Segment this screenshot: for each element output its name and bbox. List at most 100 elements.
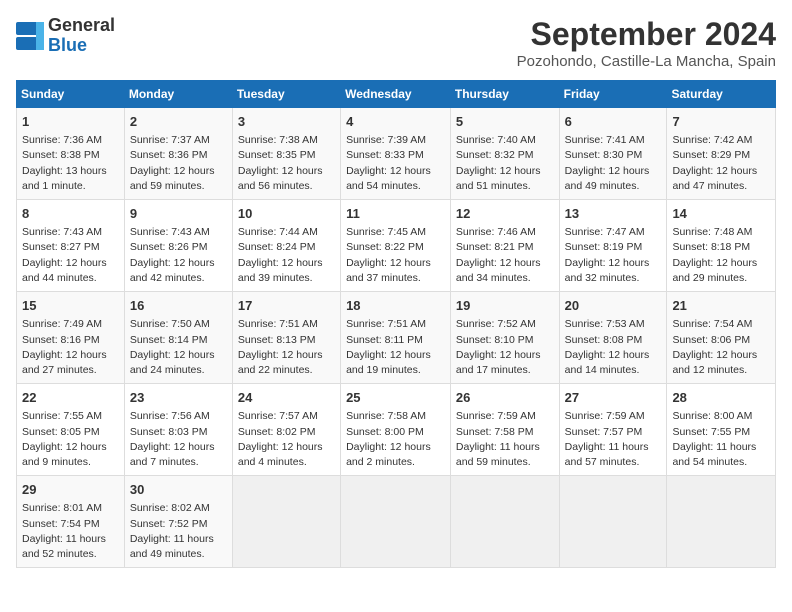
day-info: Sunrise: 7:37 AM Sunset: 8:36 PM Dayligh…: [130, 133, 227, 194]
day-info: Sunrise: 7:54 AM Sunset: 8:06 PM Dayligh…: [672, 317, 770, 378]
calendar-cell: 3 Sunrise: 7:38 AM Sunset: 8:35 PM Daylig…: [232, 108, 340, 200]
page-header: General Blue September 2024 Pozohondo, C…: [16, 16, 776, 70]
day-info: Sunrise: 7:39 AM Sunset: 8:33 PM Dayligh…: [346, 133, 445, 194]
day-number: 20: [565, 297, 662, 315]
day-info: Sunrise: 7:58 AM Sunset: 8:00 PM Dayligh…: [346, 409, 445, 470]
calendar-cell: 26 Sunrise: 7:59 AM Sunset: 7:58 PM Dayli…: [450, 384, 559, 476]
day-info: Sunrise: 7:44 AM Sunset: 8:24 PM Dayligh…: [238, 225, 335, 286]
day-info: Sunrise: 7:42 AM Sunset: 8:29 PM Dayligh…: [672, 133, 770, 194]
calendar-cell: [450, 476, 559, 568]
day-info: Sunrise: 7:51 AM Sunset: 8:11 PM Dayligh…: [346, 317, 445, 378]
calendar-cell: 16 Sunrise: 7:50 AM Sunset: 8:14 PM Dayli…: [124, 292, 232, 384]
day-number: 29: [22, 481, 119, 499]
day-number: 10: [238, 205, 335, 223]
dow-header-saturday: Saturday: [667, 81, 776, 108]
day-number: 1: [22, 113, 119, 131]
day-number: 3: [238, 113, 335, 131]
day-number: 11: [346, 205, 445, 223]
calendar-cell: 7 Sunrise: 7:42 AM Sunset: 8:29 PM Daylig…: [667, 108, 776, 200]
location: Pozohondo, Castille-La Mancha, Spain: [517, 53, 776, 70]
calendar-cell: 15 Sunrise: 7:49 AM Sunset: 8:16 PM Dayli…: [17, 292, 125, 384]
day-number: 15: [22, 297, 119, 315]
day-info: Sunrise: 8:02 AM Sunset: 7:52 PM Dayligh…: [130, 501, 227, 562]
calendar: SundayMondayTuesdayWednesdayThursdayFrid…: [16, 80, 776, 568]
dow-header-wednesday: Wednesday: [341, 81, 451, 108]
calendar-cell: 22 Sunrise: 7:55 AM Sunset: 8:05 PM Dayli…: [17, 384, 125, 476]
day-info: Sunrise: 7:41 AM Sunset: 8:30 PM Dayligh…: [565, 133, 662, 194]
day-info: Sunrise: 7:36 AM Sunset: 8:38 PM Dayligh…: [22, 133, 119, 194]
dow-header-sunday: Sunday: [17, 81, 125, 108]
calendar-cell: 5Sunrise: 7:40 AM Sunset: 8:32 PM Daylig…: [450, 108, 559, 200]
day-number: 12: [456, 205, 554, 223]
day-info: Sunrise: 7:45 AM Sunset: 8:22 PM Dayligh…: [346, 225, 445, 286]
day-info: Sunrise: 7:55 AM Sunset: 8:05 PM Dayligh…: [22, 409, 119, 470]
calendar-cell: 9 Sunrise: 7:43 AM Sunset: 8:26 PM Daylig…: [124, 200, 232, 292]
day-info: Sunrise: 7:38 AM Sunset: 8:35 PM Dayligh…: [238, 133, 335, 194]
day-number: 18: [346, 297, 445, 315]
calendar-cell: 17 Sunrise: 7:51 AM Sunset: 8:13 PM Dayli…: [232, 292, 340, 384]
day-number: 16: [130, 297, 227, 315]
logo-text: General Blue: [48, 16, 115, 56]
logo: General Blue: [16, 16, 115, 56]
day-number: 23: [130, 389, 227, 407]
calendar-cell: 12 Sunrise: 7:46 AM Sunset: 8:21 PM Dayli…: [450, 200, 559, 292]
day-info: Sunrise: 7:49 AM Sunset: 8:16 PM Dayligh…: [22, 317, 119, 378]
calendar-cell: 25 Sunrise: 7:58 AM Sunset: 8:00 PM Dayli…: [341, 384, 451, 476]
calendar-cell: 21 Sunrise: 7:54 AM Sunset: 8:06 PM Dayli…: [667, 292, 776, 384]
day-number: 7: [672, 113, 770, 131]
day-info: Sunrise: 8:01 AM Sunset: 7:54 PM Dayligh…: [22, 501, 119, 562]
calendar-cell: [341, 476, 451, 568]
day-info: Sunrise: 7:48 AM Sunset: 8:18 PM Dayligh…: [672, 225, 770, 286]
calendar-cell: [667, 476, 776, 568]
day-number: 13: [565, 205, 662, 223]
day-number: 8: [22, 205, 119, 223]
calendar-cell: 11 Sunrise: 7:45 AM Sunset: 8:22 PM Dayli…: [341, 200, 451, 292]
day-number: 25: [346, 389, 445, 407]
calendar-cell: 2 Sunrise: 7:37 AM Sunset: 8:36 PM Daylig…: [124, 108, 232, 200]
day-info: Sunrise: 7:56 AM Sunset: 8:03 PM Dayligh…: [130, 409, 227, 470]
calendar-cell: 4 Sunrise: 7:39 AM Sunset: 8:33 PM Daylig…: [341, 108, 451, 200]
day-number: 2: [130, 113, 227, 131]
calendar-cell: 8 Sunrise: 7:43 AM Sunset: 8:27 PM Daylig…: [17, 200, 125, 292]
day-info: Sunrise: 7:59 AM Sunset: 7:58 PM Dayligh…: [456, 409, 554, 470]
day-number: 17: [238, 297, 335, 315]
day-number: 24: [238, 389, 335, 407]
day-number: 22: [22, 389, 119, 407]
calendar-cell: 1 Sunrise: 7:36 AM Sunset: 8:38 PM Daylig…: [17, 108, 125, 200]
calendar-cell: 27Sunrise: 7:59 AM Sunset: 7:57 PM Dayli…: [559, 384, 667, 476]
day-number: 19: [456, 297, 554, 315]
calendar-cell: 13 Sunrise: 7:47 AM Sunset: 8:19 PM Dayli…: [559, 200, 667, 292]
day-info: Sunrise: 7:40 AM Sunset: 8:32 PM Dayligh…: [456, 133, 554, 194]
dow-header-thursday: Thursday: [450, 81, 559, 108]
month-title: September 2024: [517, 16, 776, 53]
day-number: 21: [672, 297, 770, 315]
calendar-cell: 19 Sunrise: 7:52 AM Sunset: 8:10 PM Dayli…: [450, 292, 559, 384]
day-info: Sunrise: 7:59 AM Sunset: 7:57 PM Dayligh…: [565, 409, 662, 470]
day-info: Sunrise: 8:00 AM Sunset: 7:55 PM Dayligh…: [672, 409, 770, 470]
dow-header-tuesday: Tuesday: [232, 81, 340, 108]
day-info: Sunrise: 7:47 AM Sunset: 8:19 PM Dayligh…: [565, 225, 662, 286]
dow-header-friday: Friday: [559, 81, 667, 108]
calendar-cell: 20Sunrise: 7:53 AM Sunset: 8:08 PM Dayli…: [559, 292, 667, 384]
day-number: 9: [130, 205, 227, 223]
dow-header-monday: Monday: [124, 81, 232, 108]
day-info: Sunrise: 7:43 AM Sunset: 8:26 PM Dayligh…: [130, 225, 227, 286]
day-number: 26: [456, 389, 554, 407]
calendar-cell: 6 Sunrise: 7:41 AM Sunset: 8:30 PM Daylig…: [559, 108, 667, 200]
day-number: 4: [346, 113, 445, 131]
calendar-cell: [559, 476, 667, 568]
day-number: 30: [130, 481, 227, 499]
day-info: Sunrise: 7:50 AM Sunset: 8:14 PM Dayligh…: [130, 317, 227, 378]
calendar-cell: 28Sunrise: 8:00 AM Sunset: 7:55 PM Dayli…: [667, 384, 776, 476]
day-info: Sunrise: 7:52 AM Sunset: 8:10 PM Dayligh…: [456, 317, 554, 378]
day-info: Sunrise: 7:51 AM Sunset: 8:13 PM Dayligh…: [238, 317, 335, 378]
day-info: Sunrise: 7:43 AM Sunset: 8:27 PM Dayligh…: [22, 225, 119, 286]
day-number: 6: [565, 113, 662, 131]
calendar-cell: 30 Sunrise: 8:02 AM Sunset: 7:52 PM Dayli…: [124, 476, 232, 568]
title-block: September 2024 Pozohondo, Castille-La Ma…: [517, 16, 776, 70]
day-info: Sunrise: 7:46 AM Sunset: 8:21 PM Dayligh…: [456, 225, 554, 286]
calendar-cell: 10 Sunrise: 7:44 AM Sunset: 8:24 PM Dayli…: [232, 200, 340, 292]
calendar-cell: 14Sunrise: 7:48 AM Sunset: 8:18 PM Dayli…: [667, 200, 776, 292]
calendar-cell: 23 Sunrise: 7:56 AM Sunset: 8:03 PM Dayli…: [124, 384, 232, 476]
logo-icon: [16, 22, 44, 50]
